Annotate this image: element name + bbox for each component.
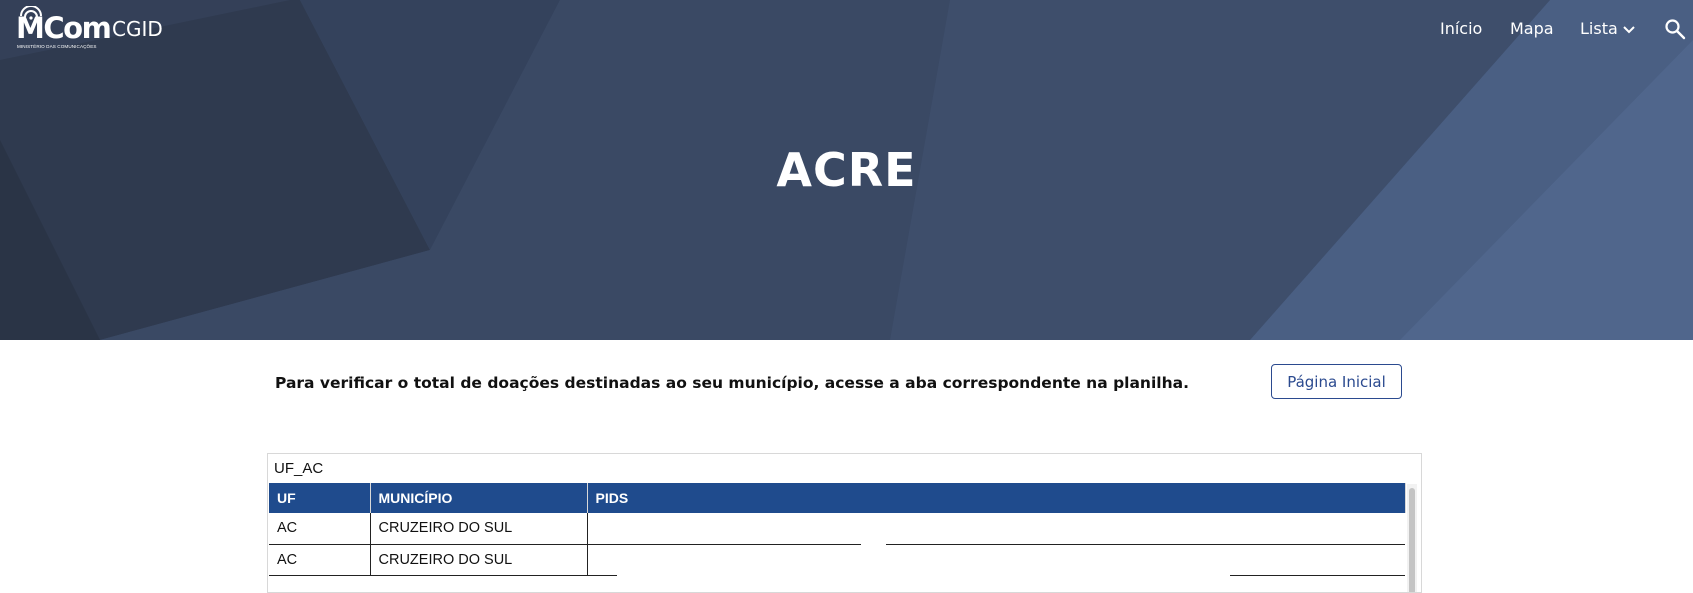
table-cell-uf[interactable]: AC bbox=[269, 513, 371, 545]
logo-text: MCom bbox=[16, 11, 112, 45]
spreadsheet-table: UF MUNICÍPIO PIDS AC CRUZEIRO DO SUL AC … bbox=[269, 483, 1406, 576]
column-header-municipio[interactable]: MUNICÍPIO bbox=[370, 483, 588, 513]
chevron-down-icon bbox=[1623, 25, 1635, 33]
nav-mapa[interactable]: Mapa bbox=[1510, 18, 1554, 40]
sheet-name-label: UF_AC bbox=[274, 460, 324, 477]
vertical-scrollbar[interactable] bbox=[1407, 484, 1417, 592]
search-button[interactable] bbox=[1664, 18, 1686, 40]
redaction-mask bbox=[617, 566, 1230, 578]
table-header-row: UF MUNICÍPIO PIDS bbox=[269, 483, 1406, 513]
table-row: AC CRUZEIRO DO SUL bbox=[269, 513, 1405, 545]
logo-subtext: MINISTÉRIO DAS COMUNICAÇÕES bbox=[17, 44, 97, 49]
table-cell-pids[interactable] bbox=[587, 513, 1405, 545]
hero-banner: MCom MINISTÉRIO DAS COMUNICAÇÕES CGID In… bbox=[0, 0, 1693, 340]
scrollbar-thumb[interactable] bbox=[1409, 488, 1415, 592]
nav-lista[interactable]: Lista bbox=[1580, 18, 1635, 40]
mcom-logo[interactable]: MCom MINISTÉRIO DAS COMUNICAÇÕES bbox=[16, 6, 112, 50]
top-navigation-bar: MCom MINISTÉRIO DAS COMUNICAÇÕES CGID In… bbox=[0, 0, 1693, 60]
table-cell-municipio[interactable]: CRUZEIRO DO SUL bbox=[370, 513, 588, 545]
search-icon bbox=[1665, 19, 1686, 40]
column-header-uf[interactable]: UF bbox=[269, 483, 371, 513]
nav-inicio[interactable]: Início bbox=[1440, 18, 1482, 40]
home-page-button[interactable]: Página Inicial bbox=[1271, 364, 1402, 399]
table-cell-uf[interactable]: AC bbox=[269, 544, 371, 576]
column-header-pids[interactable]: PIDS bbox=[587, 483, 1406, 513]
redaction-mask bbox=[861, 535, 886, 547]
page-title: ACRE bbox=[776, 143, 917, 197]
table-cell-municipio[interactable]: CRUZEIRO DO SUL bbox=[370, 544, 588, 576]
site-name[interactable]: CGID bbox=[112, 17, 163, 41]
instruction-text: Para verificar o total de doações destin… bbox=[275, 374, 1189, 392]
nav-lista-label: Lista bbox=[1580, 19, 1618, 38]
